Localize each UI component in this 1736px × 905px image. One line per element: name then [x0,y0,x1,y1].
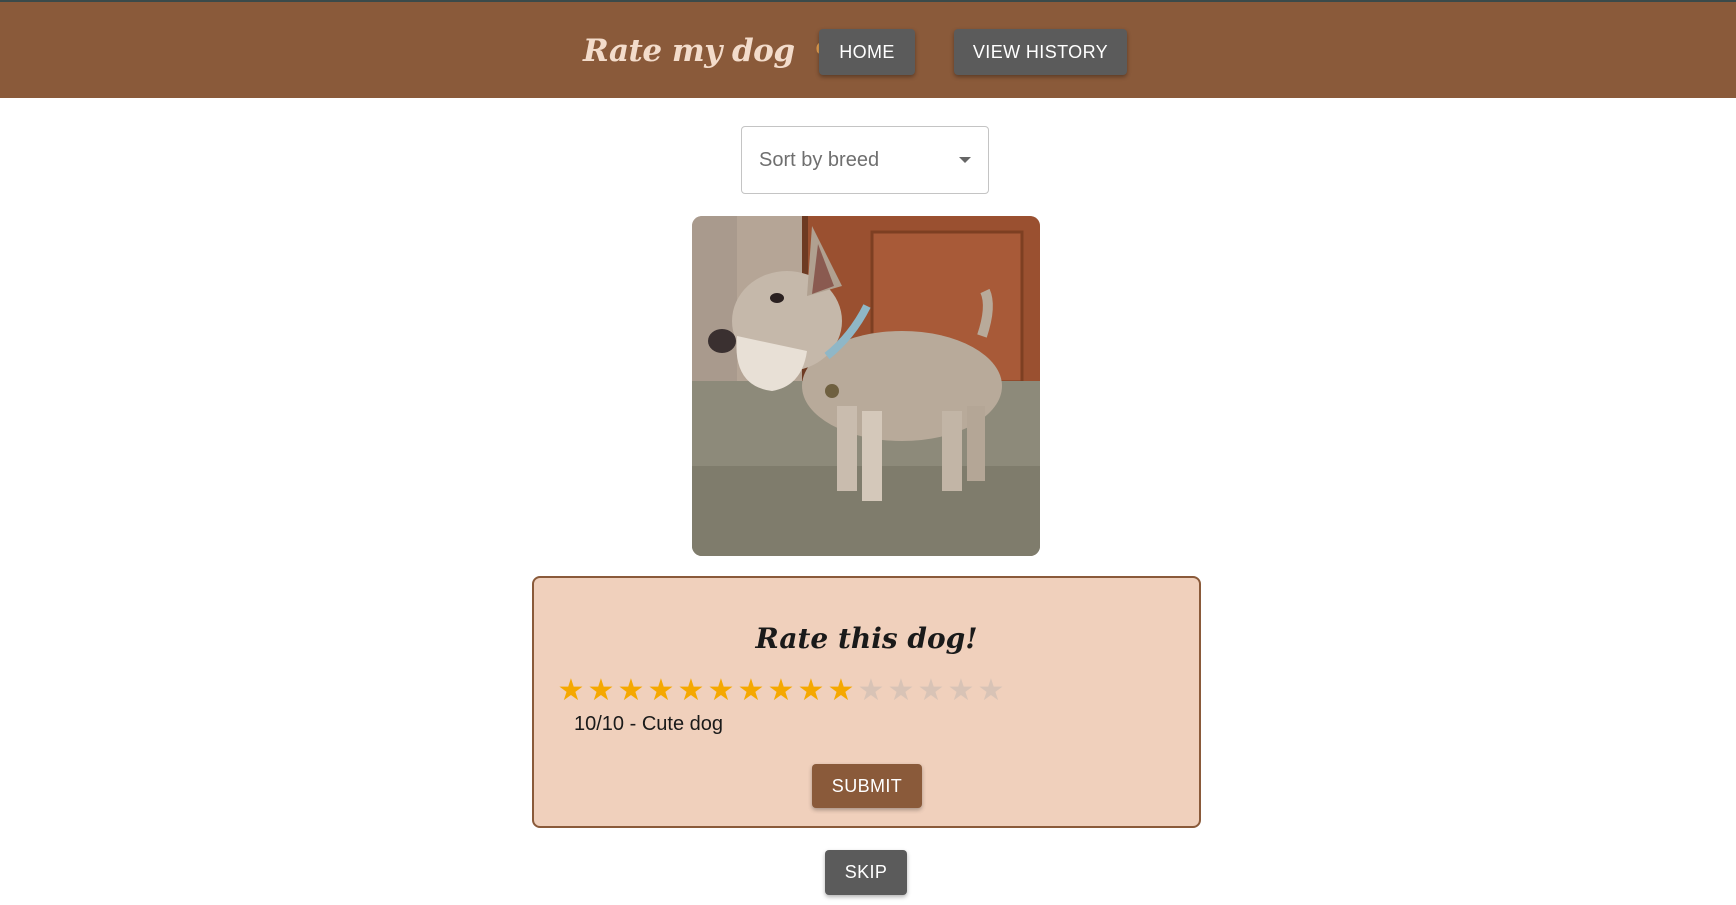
star-icon[interactable]: ★ [796,676,826,706]
sort-select-placeholder: Sort by breed [759,148,880,171]
rating-card: Rate this dog! ★ ★ ★ ★ ★ ★ ★ ★ ★ ★ ★ ★ ★ ★ ★ 10/10 - C… [532,576,1201,828]
skip-button[interactable]: SKIP [825,850,907,895]
star-rating[interactable]: ★ ★ ★ ★ ★ ★ ★ ★ ★ ★ ★ ★ ★ ★ ★ [556,676,1006,706]
sort-by-breed-select[interactable]: Sort by breed [741,126,989,194]
star-icon[interactable]: ★ [736,676,766,706]
brand[interactable]: Rate my dog [583,28,853,74]
rating-text: 10/10 - Cute dog [574,713,723,735]
app-header: Rate my dog HOME VIEW HISTORY [0,2,1736,98]
star-icon[interactable]: ★ [886,676,916,706]
submit-button[interactable]: SUBMIT [812,764,922,808]
rating-title: Rate this dog! [755,622,978,655]
brand-title: Rate my dog [583,33,795,69]
star-icon[interactable]: ★ [616,676,646,706]
star-icon[interactable]: ★ [676,676,706,706]
star-icon[interactable]: ★ [586,676,616,706]
star-icon[interactable]: ★ [826,676,856,706]
view-history-button[interactable]: VIEW HISTORY [954,29,1127,75]
dog-photo [692,216,1040,556]
star-icon[interactable]: ★ [646,676,676,706]
star-icon[interactable]: ★ [916,676,946,706]
star-icon[interactable]: ★ [976,676,1006,706]
chevron-down-icon [959,157,971,163]
star-icon[interactable]: ★ [556,676,586,706]
star-icon[interactable]: ★ [856,676,886,706]
home-button[interactable]: HOME [819,29,915,75]
star-icon[interactable]: ★ [766,676,796,706]
star-icon[interactable]: ★ [946,676,976,706]
star-icon[interactable]: ★ [706,676,736,706]
